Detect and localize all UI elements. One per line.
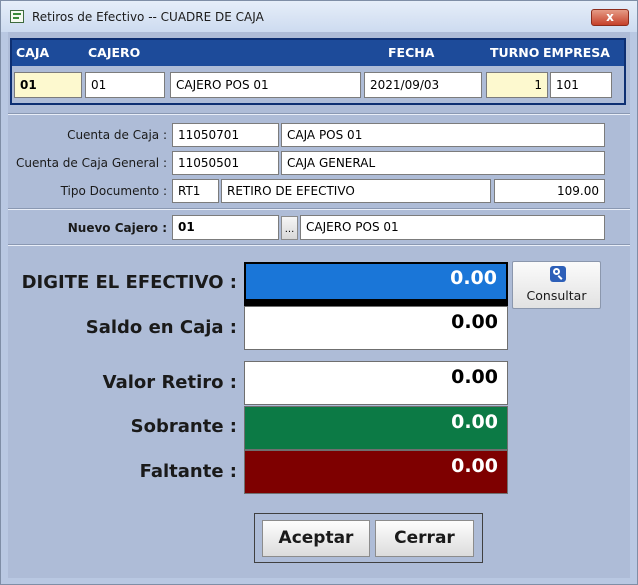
cerrar-button[interactable]: Cerrar	[375, 520, 474, 557]
digite-label: DIGITE EL EFECTIVO :	[21, 272, 237, 293]
divider	[8, 244, 630, 246]
caja-field[interactable]: 01	[14, 72, 82, 98]
fecha-field[interactable]: 2021/09/03	[364, 72, 482, 98]
tipo-documento-label: Tipo Documento :	[60, 184, 167, 198]
col-turno: TURNO	[490, 45, 540, 60]
col-cajero: CAJERO	[88, 45, 141, 60]
window-title: Retiros de Efectivo -- CUADRE DE CAJA	[32, 10, 264, 24]
sobrante-label: Sobrante :	[130, 416, 237, 437]
cajero-code-field[interactable]: 01	[85, 72, 165, 98]
form-body: CAJA CAJERO FECHA TURNO EMPRESA 01 01 CA…	[8, 32, 630, 578]
nuevo-cajero-name[interactable]: CAJERO POS 01	[300, 215, 605, 240]
magnifier-icon	[550, 266, 566, 282]
cuenta-caja-label: Cuenta de Caja :	[67, 128, 167, 142]
title-bar[interactable]: Retiros de Efectivo -- CUADRE DE CAJA x	[1, 1, 637, 32]
lookup-button[interactable]: ...	[281, 216, 298, 240]
header-panel: CAJA CAJERO FECHA TURNO EMPRESA 01 01 CA…	[10, 38, 626, 105]
tipo-documento-code[interactable]: RT1	[172, 179, 219, 203]
consultar-label: Consultar	[526, 288, 587, 303]
sobrante-field: 0.00	[244, 406, 508, 450]
tipo-documento-name[interactable]: RETIRO DE EFECTIVO	[221, 179, 491, 203]
turno-field[interactable]: 1	[486, 72, 548, 98]
empresa-field[interactable]: 101	[550, 72, 612, 98]
col-caja: CAJA	[16, 45, 50, 60]
close-button[interactable]: x	[591, 9, 629, 26]
nuevo-cajero-code[interactable]: 01	[172, 215, 279, 240]
col-empresa: EMPRESA	[543, 45, 610, 60]
col-fecha: FECHA	[388, 45, 435, 60]
consultar-button[interactable]: Consultar	[512, 261, 601, 309]
app-window-icon	[10, 10, 24, 23]
cajero-name-field[interactable]: CAJERO POS 01	[170, 72, 361, 98]
faltante-label: Faltante :	[139, 461, 237, 482]
digite-input[interactable]: 0.00	[244, 262, 508, 306]
window: Retiros de Efectivo -- CUADRE DE CAJA x …	[0, 0, 638, 585]
cuenta-general-label: Cuenta de Caja General :	[15, 156, 167, 170]
nuevo-cajero-label: Nuevo Cajero :	[67, 221, 167, 235]
action-button-group: Aceptar Cerrar	[254, 513, 483, 563]
tipo-documento-value[interactable]: 109.00	[494, 179, 605, 203]
close-icon: x	[606, 10, 614, 24]
faltante-field: 0.00	[244, 450, 508, 494]
header-bar: CAJA CAJERO FECHA TURNO EMPRESA	[12, 40, 624, 66]
valor-retiro-field[interactable]: 0.00	[244, 361, 508, 405]
divider	[8, 113, 630, 115]
cuenta-general-code[interactable]: 11050501	[172, 151, 279, 175]
divider	[8, 208, 630, 210]
cuenta-caja-code[interactable]: 11050701	[172, 123, 279, 147]
valor-retiro-label: Valor Retiro :	[102, 372, 237, 393]
aceptar-button[interactable]: Aceptar	[262, 520, 370, 557]
saldo-field: 0.00	[244, 306, 508, 350]
saldo-label: Saldo en Caja :	[85, 317, 237, 338]
cuenta-general-name[interactable]: CAJA GENERAL	[281, 151, 605, 175]
cuenta-caja-name[interactable]: CAJA POS 01	[281, 123, 605, 147]
